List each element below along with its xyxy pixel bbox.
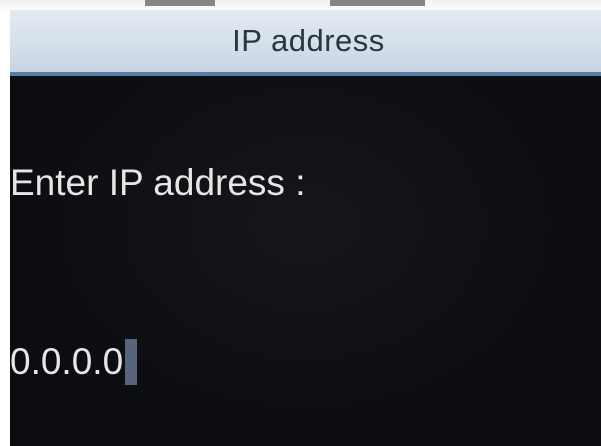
device-screen: IP address Enter IP address : 0.0.0.0 <box>10 10 601 446</box>
bezel-button-left <box>145 0 215 6</box>
ip-address-input[interactable]: 0.0.0.0 <box>10 338 138 386</box>
text-cursor <box>125 339 138 385</box>
dialog-title: IP address <box>232 23 385 58</box>
device-frame: IP address Enter IP address : 0.0.0.0 <box>0 0 601 446</box>
bezel-button-right <box>330 0 425 6</box>
dialog-content: Enter IP address : 0.0.0.0 <box>10 76 601 446</box>
ip-address-value[interactable]: 0.0.0.0 <box>10 341 123 383</box>
title-bar: IP address <box>10 10 601 76</box>
ip-prompt-label: Enter IP address : <box>10 162 306 203</box>
